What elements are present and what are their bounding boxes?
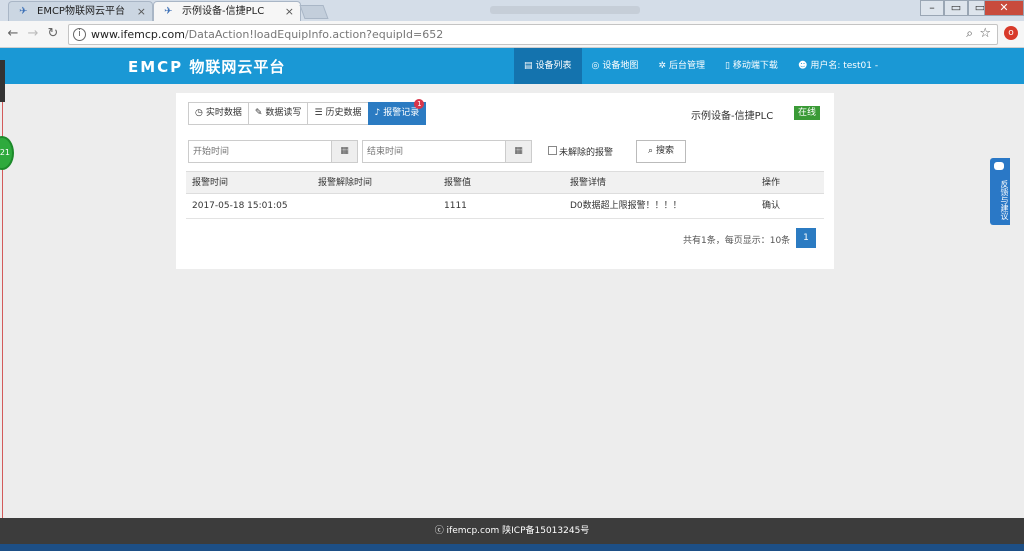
tab-history-data[interactable]: ☰ 历史数据	[307, 102, 369, 125]
emcp-favicon-icon: ✈	[19, 6, 28, 17]
status-badge: 在线	[794, 106, 821, 120]
search-icon: ⌕	[648, 146, 654, 156]
extension-icon[interactable]: o	[1004, 26, 1018, 40]
app-header: EMCP 物联网云平台 ▤ 设备列表 ◎ 设备地图 ✲ 后台管理 ▯ 移动端下载 ☻ 用户…	[0, 48, 1024, 84]
os-taskbar	[0, 544, 1024, 551]
unresolved-alarms-checkbox[interactable]	[548, 146, 557, 155]
column-header: 报警值	[444, 178, 472, 188]
site-logo[interactable]: EMCP 物联网云平台	[128, 56, 285, 77]
back-arrow-icon[interactable]: ←	[4, 25, 22, 43]
info-icon[interactable]: i	[73, 28, 86, 41]
list-icon: ▤	[524, 61, 533, 71]
url-input[interactable]: i www.ifemcp.com/DataAction!loadEquipInf…	[68, 24, 998, 45]
address-bar: ← → ↻ i www.ifemcp.com/DataAction!loadEq…	[0, 21, 1024, 48]
new-tab-button[interactable]	[299, 5, 329, 19]
chat-bubble-icon	[994, 162, 1004, 170]
alarm-time-cell: 2017-05-18 15:01:05	[192, 201, 288, 211]
zoom-icon[interactable]: ⌕	[966, 26, 973, 41]
left-dock-strip	[0, 60, 5, 102]
floating-ball-badge[interactable]: 21	[0, 136, 14, 170]
nav-device-list[interactable]: ▤ 设备列表	[514, 48, 582, 84]
pagination-summary: 共有1条，每页显示：10条	[683, 236, 791, 246]
globe-icon: ◎	[591, 61, 600, 71]
close-icon[interactable]: ×	[137, 2, 146, 22]
end-time-field[interactable]: ▦	[362, 140, 532, 163]
panel-tabs: ◷ 实时数据 ✎ 数据读写 ☰ 历史数据 ♪ 报警记录 1	[188, 99, 427, 125]
column-header: 报警时间	[192, 178, 229, 188]
browser-tab-label: 示例设备-信捷PLC	[182, 6, 265, 17]
mobile-icon: ▯	[724, 61, 730, 71]
minimize-icon[interactable]: –	[920, 0, 944, 16]
browser-tab-device[interactable]: ✈ 示例设备-信捷PLC ×	[153, 1, 301, 21]
start-time-input[interactable]	[189, 141, 333, 162]
nav-device-map[interactable]: ◎ 设备地图	[582, 48, 649, 84]
alarm-count-badge: 1	[414, 99, 425, 109]
tab-realtime-data[interactable]: ◷ 实时数据	[188, 102, 249, 125]
end-time-input[interactable]	[363, 141, 507, 162]
list-icon: ☰	[314, 108, 323, 118]
unresolved-alarms-label: 未解除的报警	[559, 148, 614, 158]
nav-admin[interactable]: ✲ 后台管理	[648, 48, 715, 84]
alarm-detail-cell: D0数据超上限报警！！！！	[570, 201, 682, 211]
url-text: www.ifemcp.com/DataAction!loadEquipInfo.…	[91, 28, 444, 41]
page-button[interactable]: 1	[796, 228, 816, 248]
window-close-icon[interactable]: ✕	[984, 0, 1024, 16]
close-icon[interactable]: ×	[285, 2, 294, 22]
clock-icon: ◷	[195, 108, 203, 118]
emcp-favicon-icon: ✈	[164, 6, 173, 17]
maximize-icon[interactable]: ▭	[944, 0, 968, 16]
start-time-field[interactable]: ▦	[188, 140, 358, 163]
user-icon: ☻	[797, 61, 808, 71]
tab-data-read-write[interactable]: ✎ 数据读写	[247, 102, 309, 125]
reload-icon[interactable]: ↻	[44, 25, 62, 43]
alarm-table: 报警时间 报警解除时间 报警值 报警详情 操作 2017-05-18 15:01…	[186, 171, 824, 219]
calendar-icon[interactable]: ▦	[331, 141, 357, 162]
column-header: 操作	[762, 178, 781, 188]
search-button-label: 搜索	[655, 146, 674, 156]
pencil-icon: ✎	[254, 108, 263, 118]
main-nav: ▤ 设备列表 ◎ 设备地图 ✲ 后台管理 ▯ 移动端下载 ☻ 用户名: test01 -	[514, 48, 888, 84]
bookmark-star-icon[interactable]: ☆	[979, 26, 991, 41]
nav-user-menu[interactable]: ☻ 用户名: test01 -	[788, 48, 888, 84]
nav-mobile-download[interactable]: ▯ 移动端下载	[715, 48, 788, 84]
table-header: 报警时间 报警解除时间 报警值 报警详情 操作	[186, 171, 824, 194]
page-footer: ⓒ ifemcp.com 陕ICP备15013245号	[0, 518, 1024, 544]
calendar-icon[interactable]: ▦	[505, 141, 531, 162]
column-header: 报警详情	[570, 178, 607, 188]
browser-tab-strip: ✈ EMCP物联网云平台 × ✈ 示例设备-信捷PLC × – ▭ ▭ ✕	[0, 0, 1024, 21]
browser-tab-emcp[interactable]: ✈ EMCP物联网云平台 ×	[8, 1, 153, 21]
gears-icon: ✲	[658, 61, 666, 71]
confirm-link[interactable]: 确认	[762, 194, 780, 219]
forward-arrow-icon[interactable]: →	[24, 25, 42, 43]
feedback-tab[interactable]: 反馈与建议	[990, 158, 1010, 225]
column-header: 报警解除时间	[318, 178, 373, 188]
table-row: 2017-05-18 15:01:05 1111 D0数据超上限报警！！！！ 确…	[186, 194, 824, 219]
search-button[interactable]: ⌕ 搜索	[636, 140, 686, 163]
tab-alarm-records[interactable]: ♪ 报警记录 1	[367, 99, 427, 125]
alarm-filter: ▦ ▦ 未解除的报警 ⌕ 搜索	[188, 140, 822, 163]
alarm-panel: ◷ 实时数据 ✎ 数据读写 ☰ 历史数据 ♪ 报警记录 1 示例设备-信捷PLC 在线 …	[176, 93, 834, 269]
bell-icon: ♪	[374, 108, 381, 118]
window-title-text	[490, 6, 640, 14]
browser-tab-label: EMCP物联网云平台	[37, 6, 125, 17]
alarm-value-cell: 1111	[444, 201, 467, 211]
device-name: 示例设备-信捷PLC	[691, 111, 774, 122]
